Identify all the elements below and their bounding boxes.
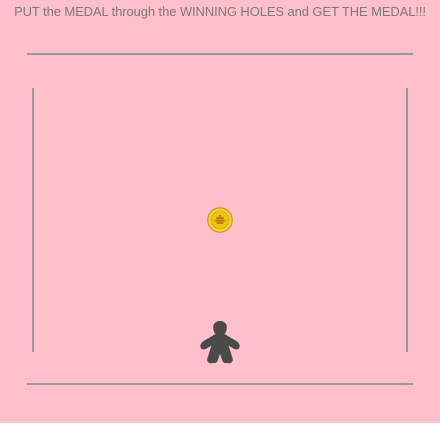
instruction-text: PUT the MEDAL through the WINNING HOLES … <box>14 4 426 19</box>
meeple-player-icon[interactable] <box>199 320 241 364</box>
right-wall <box>406 88 408 352</box>
medal-coin-icon[interactable] <box>207 207 233 233</box>
top-wall <box>27 53 413 55</box>
left-wall <box>32 88 34 352</box>
bottom-wall <box>27 383 413 385</box>
game-stage[interactable]: PUT the MEDAL through the WINNING HOLES … <box>0 0 440 423</box>
